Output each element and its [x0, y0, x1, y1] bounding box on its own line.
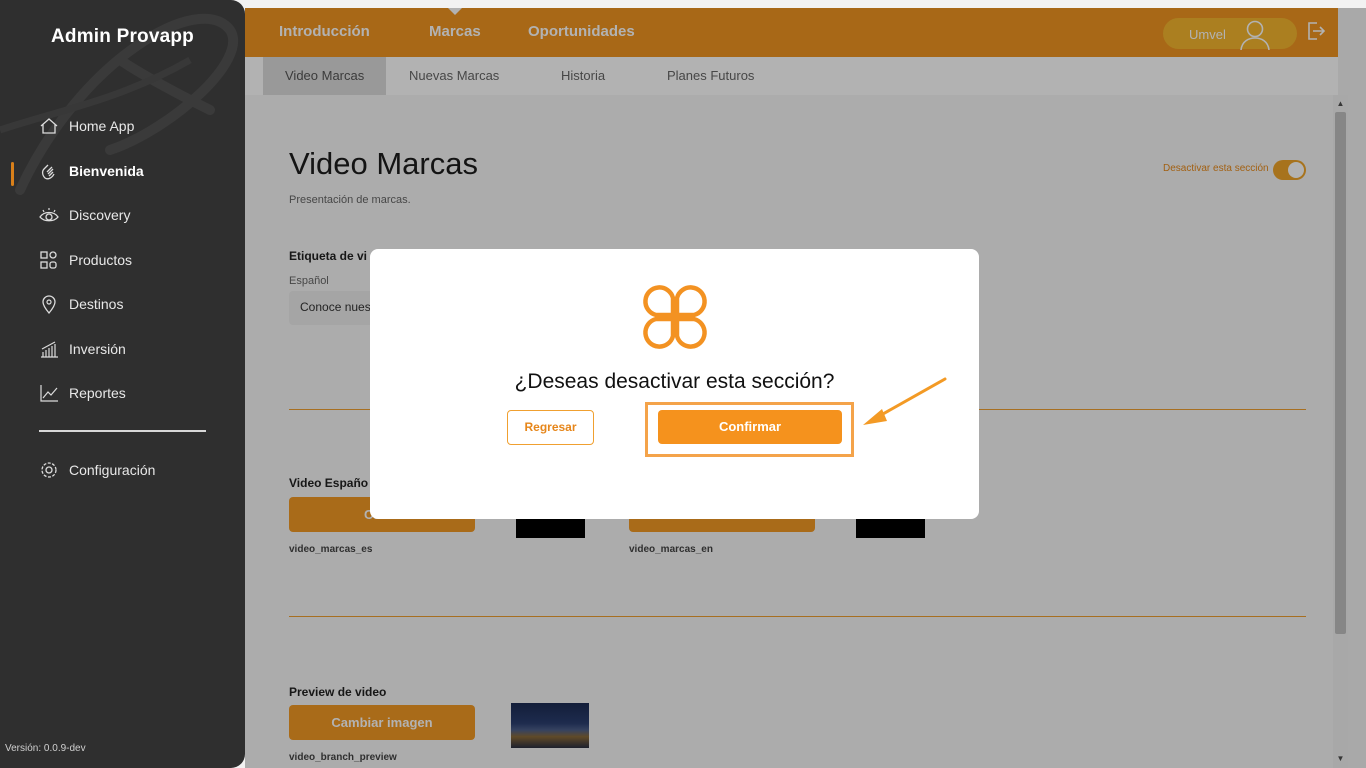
grid-shapes-icon	[38, 249, 60, 271]
location-pin-icon	[38, 293, 60, 315]
sidebar-item-label: Discovery	[69, 207, 131, 223]
sidebar-item-destinos[interactable]: Destinos	[38, 292, 123, 316]
eye-icon	[38, 204, 60, 226]
gear-icon	[38, 459, 60, 481]
confirm-button[interactable]: Confirmar	[658, 410, 842, 444]
sidebar-item-productos[interactable]: Productos	[38, 248, 132, 272]
sidebar-item-label: Reportes	[69, 385, 126, 401]
sidebar-item-configuracion[interactable]: Configuración	[38, 458, 155, 482]
home-icon	[38, 115, 60, 137]
sidebar: Admin Provapp Home App Bienvenida Discov…	[0, 0, 245, 768]
sidebar-item-label: Home App	[69, 118, 135, 134]
sidebar-item-bienvenida[interactable]: Bienvenida	[38, 159, 144, 183]
sidebar-item-label: Destinos	[69, 296, 124, 312]
back-button[interactable]: Regresar	[507, 410, 594, 445]
sidebar-item-label: Bienvenida	[69, 163, 144, 179]
sidebar-divider	[39, 430, 206, 432]
sidebar-item-label: Inversión	[69, 341, 126, 357]
sidebar-item-reportes[interactable]: Reportes	[38, 381, 126, 405]
sidebar-item-label: Configuración	[69, 462, 156, 478]
sidebar-item-home-app[interactable]: Home App	[38, 114, 134, 138]
line-chart-icon	[38, 382, 60, 404]
sidebar-item-label: Productos	[69, 252, 133, 268]
active-indicator	[11, 162, 14, 186]
bar-growth-icon	[38, 338, 60, 360]
app-title: Admin Provapp	[50, 26, 194, 47]
sidebar-item-inversion[interactable]: Inversión	[38, 337, 126, 361]
app-window: Admin Provapp Home App Bienvenida Discov…	[0, 0, 1366, 768]
pointer-arrow-icon	[863, 377, 947, 425]
sidebar-item-discovery[interactable]: Discovery	[38, 203, 130, 227]
wave-hand-icon	[38, 160, 60, 182]
clover-logo-icon	[643, 285, 707, 349]
version-label: Versión: 0.0.9-dev	[5, 743, 86, 754]
